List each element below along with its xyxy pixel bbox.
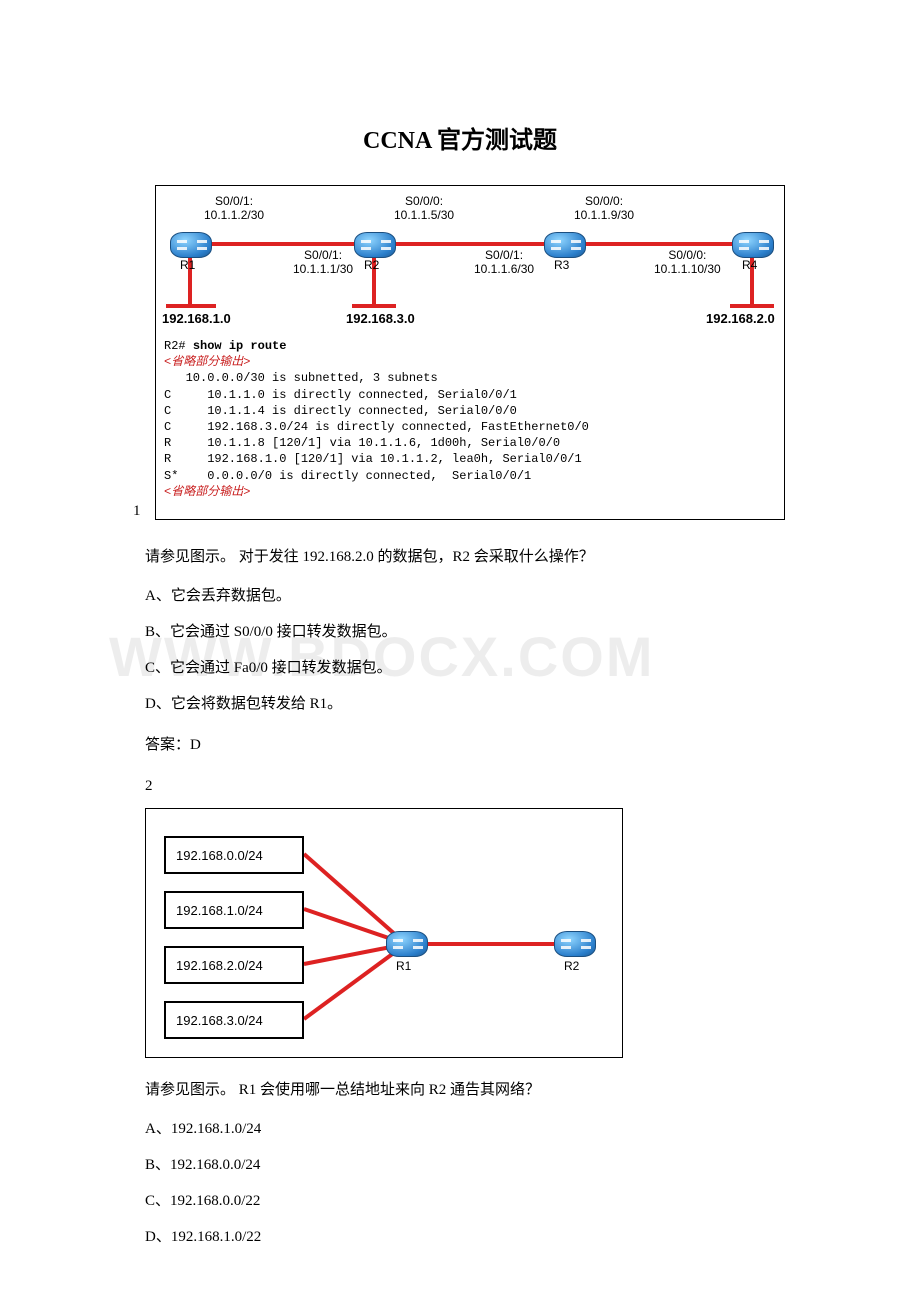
subnet-box-1: 192.168.1.0/24 [164, 891, 304, 929]
cli-line-0: 10.0.0.0/30 is subnetted, 3 subnets [164, 371, 438, 385]
cli-command: show ip route [193, 339, 287, 353]
q1-option-d: D、它会将数据包转发给 R1。 [145, 692, 775, 713]
diagram-2: 192.168.0.0/24 192.168.1.0/24 192.168.2.… [145, 808, 623, 1058]
cli-prompt: R2# [164, 339, 193, 353]
iface-r3-s001: S0/0/1: 10.1.1.6/30 [474, 248, 534, 277]
router-r1-icon [170, 232, 212, 258]
net-left: 192.168.1.0 [162, 311, 231, 326]
cli-line-6: S* 0.0.0.0/0 is directly connected, Seri… [164, 469, 531, 483]
q1-answer: 答案：D [145, 733, 775, 754]
q2-option-c: C、192.168.0.0/22 [145, 1189, 775, 1210]
router-r3-label: R3 [554, 258, 569, 272]
router-r1b-icon [386, 931, 428, 957]
cli-line-1: C 10.1.1.0 is directly connected, Serial… [164, 388, 517, 402]
diagram-1: R1 R2 R3 R4 S0/0/1: 10.1.1.2/30 S0/0/1: … [155, 185, 785, 520]
cli-line-4: R 10.1.1.8 [120/1] via 10.1.1.6, 1d00h, … [164, 436, 560, 450]
router-r1-label: R1 [180, 258, 195, 272]
router-r2b-icon [554, 931, 596, 957]
question-1-number: 1 [133, 503, 141, 520]
subnet-box-0: 192.168.0.0/24 [164, 836, 304, 874]
iface-r3-s000: S0/0/0: 10.1.1.9/30 [574, 194, 634, 223]
cli-line-2: C 10.1.1.4 is directly connected, Serial… [164, 404, 517, 418]
q1-option-a: A、它会丢弃数据包。 [145, 584, 775, 605]
q1-option-c: C、它会通过 Fa0/0 接口转发数据包。 [145, 656, 775, 677]
question-2-text: 请参见图示。 R1 会使用哪一总结地址来向 R2 通告其网络？ [145, 1078, 775, 1102]
subnet-box-2: 192.168.2.0/24 [164, 946, 304, 984]
question-1-text: 请参见图示。 对于发往 192.168.2.0 的数据包，R2 会采取什么操作？ [145, 545, 775, 569]
q2-option-d: D、192.168.1.0/22 [145, 1225, 775, 1246]
terminal-output: R2# show ip route <省略部分输出> 10.0.0.0/30 i… [156, 334, 784, 504]
q2-option-a: A、192.168.1.0/24 [145, 1117, 775, 1138]
iface-r2-s000: S0/0/0: 10.1.1.5/30 [394, 194, 454, 223]
iface-r2-s001: S0/0/1: 10.1.1.1/30 [293, 248, 353, 277]
net-right: 192.168.2.0 [706, 311, 775, 326]
q2-option-b: B、192.168.0.0/24 [145, 1153, 775, 1174]
router-r2b-label: R2 [564, 959, 579, 973]
cli-omit-top: <省略部分输出> [164, 355, 250, 369]
router-r3-icon [544, 232, 586, 258]
question-2-number: 2 [145, 774, 775, 798]
net-mid: 192.168.3.0 [346, 311, 415, 326]
iface-r4-s000: S0/0/0: 10.1.1.10/30 [654, 248, 721, 277]
iface-r1-s001: S0/0/1: 10.1.1.2/30 [204, 194, 264, 223]
router-r1b-label: R1 [396, 959, 411, 973]
router-r4-icon [732, 232, 774, 258]
subnet-box-3: 192.168.3.0/24 [164, 1001, 304, 1039]
q1-option-b: B、它会通过 S0/0/0 接口转发数据包。 [145, 620, 775, 641]
router-r4-label: R4 [742, 258, 757, 272]
cli-line-5: R 192.168.1.0 [120/1] via 10.1.1.2, lea0… [164, 452, 582, 466]
page-title: CCNA 官方测试题 [145, 120, 775, 155]
router-r2-icon [354, 232, 396, 258]
cli-line-3: C 192.168.3.0/24 is directly connected, … [164, 420, 589, 434]
router-r2-label: R2 [364, 258, 379, 272]
cli-omit-bottom: <省略部分输出> [164, 485, 250, 499]
